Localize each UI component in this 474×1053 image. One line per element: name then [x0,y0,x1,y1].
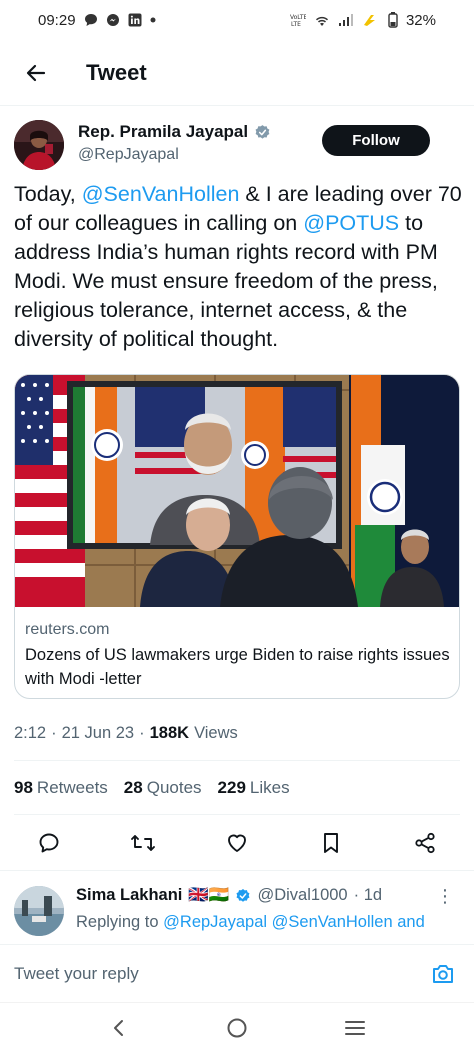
reply-avatar[interactable] [14,886,64,936]
tweet-meta: 2:12 · 21 Jun 23 · 188K Views [14,724,238,743]
status-time: 09:29 [38,11,76,29]
reply-author-name[interactable]: Sima Lakhani [76,886,182,905]
header-bar: Tweet [0,40,474,106]
divider [14,760,460,761]
svg-text:LTE: LTE [291,21,301,27]
likes-stat[interactable]: 229 Likes [218,778,290,798]
back-button[interactable] [20,57,52,89]
system-nav-bar [0,1002,474,1053]
retweet-icon [131,835,155,851]
volte-icon: VoLTE LTE [290,13,306,27]
reply-composer [0,944,474,1002]
status-bar-right: VoLTE LTE 32% [290,12,436,29]
status-bar: 09:29 VoLTE LTE 32% [0,0,474,40]
author-name[interactable]: Rep. Pramila Jayapal [78,122,271,142]
reply-time: · 1d [353,886,383,904]
tweet-stats: 98 Retweets 28 Quotes 229 Likes [14,778,290,798]
bookmark-icon [324,833,338,853]
divider [14,814,460,815]
reply-avatar-image [14,886,64,936]
nav-recents-icon [345,1021,365,1035]
tweet-author: Rep. Pramila Jayapal @RepJayapal Follow [14,120,460,176]
dot-icon [150,17,156,23]
author-handle[interactable]: @RepJayapal [78,146,179,164]
reply-icon [39,833,59,853]
verified-badge-icon [255,124,270,139]
meta-separator: · [51,724,57,742]
avatar-image [14,120,64,170]
reply-header: Sima Lakhani 🇬🇧🇮🇳 @Dival1000 · 1d [76,886,382,905]
page-title: Tweet [86,59,147,85]
follow-button[interactable]: Follow [322,125,430,156]
meta-separator: · [139,724,145,742]
divider [0,870,474,871]
quotes-stat[interactable]: 28 Quotes [124,778,202,798]
views-label: Views [194,724,238,742]
views-count: 188K [149,724,190,742]
more-options-icon[interactable]: ⋮ [436,886,454,907]
like-icon [228,834,246,852]
nav-back-button[interactable] [99,1008,139,1048]
nav-recents-button[interactable] [335,1008,375,1048]
status-bar-left: 09:29 [38,12,156,29]
author-avatar[interactable] [14,120,64,170]
charging-icon [362,13,380,27]
replying-to-prefix: Replying to [76,913,159,931]
reply-button[interactable] [34,828,64,858]
signal-icon [338,13,354,27]
tweet-text: Today, @SenVanHollen & I are leading ove… [14,180,466,354]
mention-link[interactable]: @SenVanHollen [82,182,240,206]
camera-icon [433,965,453,983]
chat-bubble-icon [84,13,98,27]
replying-to-mentions[interactable]: @RepJayapal @SenVanHollen and [163,913,425,931]
tweet-text-part: Today, [14,182,82,206]
mention-link[interactable]: @POTUS [303,211,399,235]
likes-count: 229 [217,778,246,797]
arrow-left-icon [26,64,46,81]
share-icon [415,832,435,854]
link-card[interactable]: reuters.com Dozens of US lawmakers urge … [14,374,460,699]
bookmark-button[interactable] [316,828,346,858]
quotes-label: Quotes [146,778,202,797]
author-name-text: Rep. Pramila Jayapal [78,122,249,141]
retweets-stat[interactable]: 98 Retweets [14,778,108,798]
battery-icon [388,12,398,28]
messenger-icon [106,13,120,27]
tweet-time: 2:12 [14,724,47,742]
reply-item[interactable]: Sima Lakhani 🇬🇧🇮🇳 @Dival1000 · 1d ⋮ Repl… [14,882,460,942]
camera-button[interactable] [428,959,458,989]
card-domain: reuters.com [25,621,110,638]
card-headline: Dozens of US lawmakers urge Biden to rai… [25,646,450,688]
reply-input[interactable] [14,959,394,989]
tweet-actions [14,822,460,864]
likes-label: Likes [249,778,290,797]
like-button[interactable] [222,828,252,858]
card-image [15,375,459,607]
verified-badge-icon [236,888,250,902]
linkedin-icon [128,13,142,27]
share-button[interactable] [410,828,440,858]
reply-flags: 🇬🇧🇮🇳 [188,886,230,904]
wifi-icon [314,14,330,27]
nav-home-button[interactable] [217,1008,257,1048]
retweets-label: Retweets [36,778,108,797]
reply-context: Replying to @RepJayapal @SenVanHollen an… [76,910,425,934]
nav-home-icon [227,1018,247,1038]
tweet-date: 21 Jun 23 [61,724,135,742]
quotes-count: 28 [123,778,143,797]
retweet-button[interactable] [128,828,158,858]
retweets-count: 98 [14,778,33,797]
reply-author-handle: @Dival1000 [257,886,348,904]
svg-text:VoLTE: VoLTE [290,14,306,21]
nav-back-icon [114,1020,123,1036]
battery-percent: 32% [405,11,436,29]
